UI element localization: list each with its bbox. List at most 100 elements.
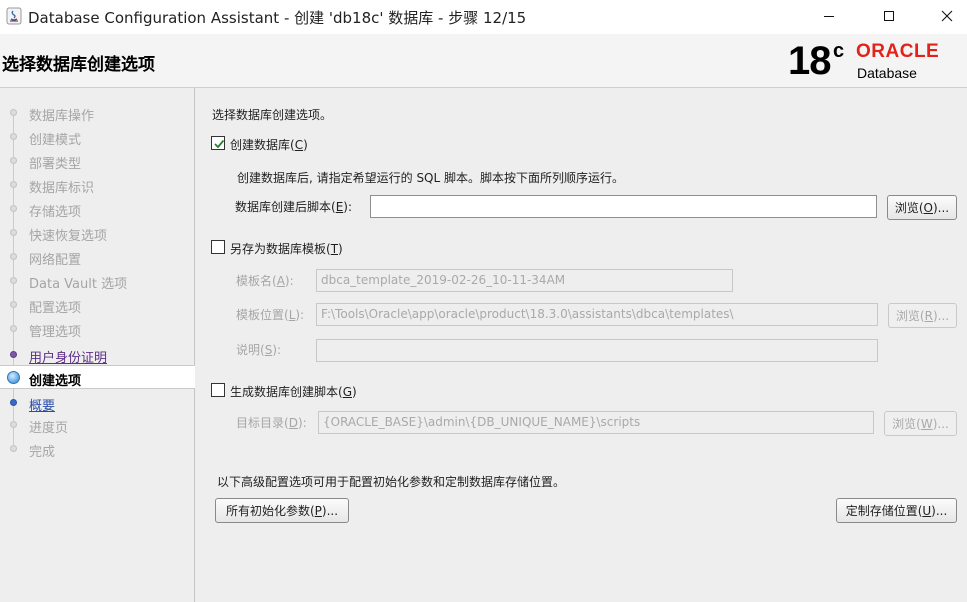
step-indicator-icon: [10, 109, 17, 116]
mnemonic-key: O: [923, 200, 933, 215]
maximize-icon: [884, 11, 894, 21]
step-indicator-icon: [10, 229, 17, 236]
button-text: )...: [931, 503, 948, 518]
nav-step-label: 创建选项: [29, 374, 82, 389]
mnemonic-key: A: [276, 274, 285, 288]
step-indicator-icon: [10, 445, 17, 452]
step-indicator-icon: [10, 421, 17, 428]
storage-locations-button[interactable]: 定制存储位置(U)...: [836, 498, 957, 523]
nav-step-label: 网络配置: [29, 253, 82, 268]
nav-step-config-options: 配置选项: [0, 293, 195, 317]
mnemonic-key: G: [342, 385, 352, 399]
target-dir-label: 目标目录(D):: [236, 414, 307, 431]
nav-step-label: 完成: [29, 445, 56, 460]
label-text: 另存为数据库模板(: [230, 242, 331, 256]
page-title: 选择数据库创建选项: [2, 55, 155, 75]
label-text: ):: [284, 274, 294, 288]
nav-step-fast-recovery: 快速恢复选项: [0, 221, 195, 245]
nav-step-progress: 进度页: [0, 413, 195, 437]
mnemonic-key: R: [924, 308, 933, 323]
nav-step-label: 创建模式: [29, 133, 82, 148]
label-text: ):: [297, 416, 307, 430]
button-text: 浏览(: [894, 201, 924, 215]
mnemonic-key: T: [330, 242, 339, 256]
gen-scripts-checkbox[interactable]: [211, 383, 225, 397]
step-indicator-icon: [10, 205, 17, 212]
oracle-database-logo: 18 c ORACLE Database: [788, 40, 966, 86]
nav-step-label: 数据库操作: [29, 109, 95, 124]
post-script-label: 数据库创建后脚本(E):: [235, 198, 352, 215]
button-text: )...: [932, 416, 949, 431]
step-indicator-icon: [10, 277, 17, 284]
intro-text: 选择数据库创建选项。: [212, 108, 333, 122]
step-indicator-icon: [10, 253, 17, 260]
nav-step-network-config: 网络配置: [0, 245, 195, 269]
step-navigation: 数据库操作 创建模式 部署类型 数据库标识 存储选项 快速恢复选项 网络配置 D…: [0, 88, 195, 602]
label-text: ):: [272, 343, 282, 357]
nav-step-label: 存储选项: [29, 205, 82, 220]
logo-version: 18: [788, 39, 831, 83]
post-script-input[interactable]: [370, 195, 877, 218]
nav-step-user-credentials[interactable]: 用户身份证明: [0, 343, 195, 367]
label-text: ): [352, 385, 357, 399]
label-text: ):: [343, 200, 353, 214]
nav-step-finish: 完成: [0, 437, 195, 461]
template-location-input[interactable]: F:\Tools\Oracle\app\oracle\product\18.3.…: [316, 303, 878, 326]
label-text: ): [303, 138, 308, 152]
step-indicator-icon: [10, 133, 17, 140]
advanced-hint: 以下高级配置选项可用于配置初始化参数和定制数据库存储位置。: [217, 475, 566, 489]
step-indicator-icon: [10, 399, 17, 406]
template-location-label: 模板位置(L):: [236, 306, 304, 323]
minimize-icon: [824, 16, 834, 17]
logo-version-suffix: c: [833, 40, 845, 62]
nav-step-creation-mode: 创建模式: [0, 125, 195, 149]
browse-template-button[interactable]: 浏览(R)...: [888, 303, 957, 328]
browse-dir-button[interactable]: 浏览(W)...: [884, 411, 957, 436]
gen-scripts-label: 生成数据库创建脚本(G): [230, 383, 357, 400]
minimize-button[interactable]: [806, 0, 852, 32]
create-db-label: 创建数据库(C): [230, 136, 308, 153]
button-text: 定制存储位置(: [845, 504, 923, 518]
mnemonic-key: P: [314, 503, 322, 518]
button-text: )...: [933, 200, 950, 215]
mnemonic-key: W: [920, 416, 933, 431]
button-text: )...: [321, 503, 339, 518]
description-input[interactable]: [316, 339, 878, 362]
nav-step-label: 管理选项: [29, 325, 82, 340]
java-app-icon: [6, 7, 22, 25]
nav-step-label: 进度页: [29, 421, 69, 436]
close-icon: [941, 10, 953, 22]
main-panel: 选择数据库创建选项。 创建数据库(C) 创建数据库后, 请指定希望运行的 SQL…: [196, 88, 967, 602]
nav-step-summary[interactable]: 概要: [0, 391, 195, 415]
nav-step-data-vault: Data Vault 选项: [0, 269, 195, 293]
nav-step-database-identification: 数据库标识: [0, 173, 195, 197]
button-text: 所有初始化参数(: [225, 504, 315, 518]
save-template-checkbox[interactable]: [211, 240, 225, 254]
mnemonic-key: U: [922, 503, 932, 518]
target-dir-input[interactable]: {ORACLE_BASE}\admin\{DB_UNIQUE_NAME}\scr…: [318, 411, 874, 434]
step-indicator-icon: [10, 157, 17, 164]
create-db-checkbox[interactable]: [211, 136, 225, 150]
browse-script-button[interactable]: 浏览(O)...: [887, 195, 957, 220]
label-text: ): [338, 242, 343, 256]
label-text: 说明(: [236, 343, 265, 357]
nav-step-database-operation: 数据库操作: [0, 101, 195, 125]
nav-step-label: 快速恢复选项: [29, 229, 108, 244]
close-button[interactable]: [924, 0, 967, 32]
nav-step-management-options: 管理选项: [0, 317, 195, 341]
logo-product: Database: [857, 65, 917, 81]
step-indicator-icon: [10, 351, 17, 358]
nav-step-label: 用户身份证明: [29, 351, 108, 366]
label-text: 模板位置(: [236, 308, 289, 322]
description-label: 说明(S):: [236, 341, 281, 358]
label-text: 数据库创建后脚本(: [235, 200, 336, 214]
nav-step-creation-options[interactable]: 创建选项: [0, 365, 195, 389]
init-params-button[interactable]: 所有初始化参数(P)...: [215, 498, 349, 523]
maximize-button[interactable]: [866, 0, 912, 32]
label-text: 目标目录(: [236, 416, 289, 430]
window-title: Database Configuration Assistant - 创建 'd…: [28, 9, 527, 27]
nav-step-label: 配置选项: [29, 301, 82, 316]
nav-step-label: 部署类型: [29, 157, 82, 172]
template-name-input[interactable]: dbca_template_2019-02-26_10-11-34AM: [316, 269, 733, 292]
current-step-icon: [7, 371, 20, 384]
